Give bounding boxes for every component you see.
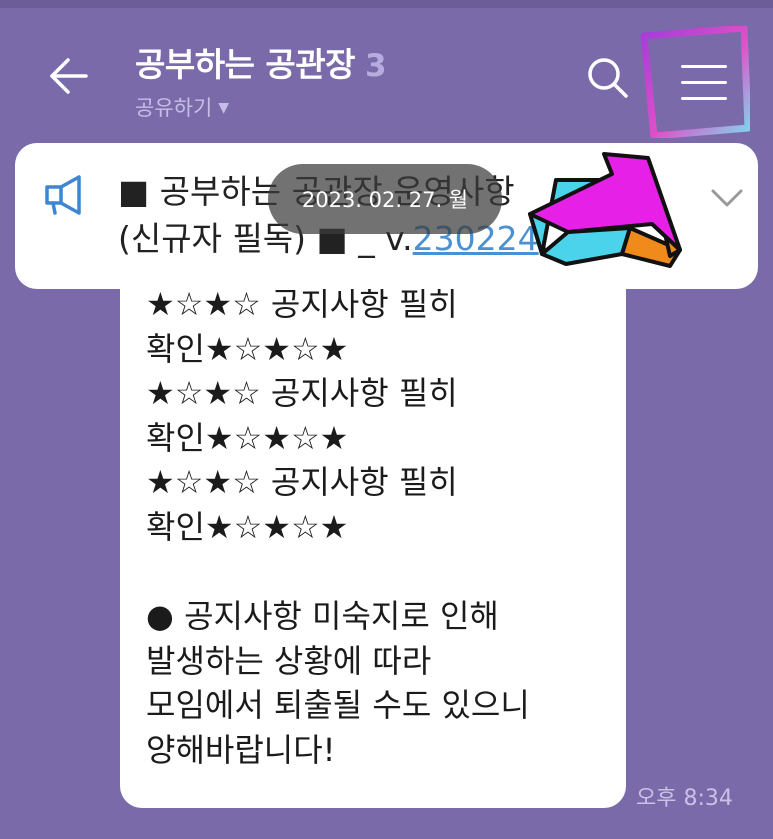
annotation-arrow-icon (528, 152, 682, 268)
share-dropdown[interactable]: 공유하기 ▼ (135, 92, 387, 122)
menu-icon-line (681, 64, 727, 68)
message-line (146, 550, 626, 595)
search-icon (588, 58, 628, 98)
message-bubble[interactable]: ★☆★☆ 공지사항 필히 확인★☆★☆★ ★☆★☆ 공지사항 필히 확인★☆★☆★ ★☆… (120, 262, 626, 808)
message-line: 모임에서 퇴출될 수도 있으니 (146, 686, 530, 725)
megaphone-icon (45, 175, 81, 215)
date-divider: 2023. 02. 27. 월 (268, 164, 502, 234)
message-line: 확인★☆★☆★ (146, 418, 349, 457)
message-line: 확인★☆★☆★ (146, 507, 349, 546)
menu-icon-line (681, 80, 727, 84)
member-count: 3 (365, 48, 387, 84)
message-line: ★☆★☆ 공지사항 필히 (146, 374, 458, 413)
message-line: 양해바랍니다! (146, 730, 336, 769)
message-line: ● 공지사항 미숙지로 인해 (146, 597, 499, 636)
search-button[interactable] (582, 52, 636, 106)
message-line: ★☆★☆ 공지사항 필히 (146, 463, 458, 502)
menu-icon-line (681, 96, 727, 100)
message-line: 확인★☆★☆★ (146, 329, 349, 368)
back-button[interactable] (38, 46, 98, 106)
message-line: 발생하는 상황에 따라 (146, 641, 432, 680)
caret-down-icon: ▼ (218, 100, 230, 116)
chat-header: 공부하는 공관장 3 공유하기 ▼ (0, 8, 773, 138)
back-arrow-icon (50, 58, 88, 94)
message-time: 오후 8:34 (636, 786, 733, 811)
chat-title-area[interactable]: 공부하는 공관장 3 공유하기 ▼ (135, 38, 387, 122)
message-text: ★☆★☆ 공지사항 필히 확인★☆★☆★ ★☆★☆ 공지사항 필히 확인★☆★☆★ ★☆… (146, 282, 626, 773)
menu-button[interactable] (662, 46, 746, 118)
status-strip (0, 0, 773, 8)
chevron-down-icon[interactable] (705, 183, 749, 213)
share-label: 공유하기 (135, 96, 213, 120)
chat-title: 공부하는 공관장 (135, 45, 356, 84)
